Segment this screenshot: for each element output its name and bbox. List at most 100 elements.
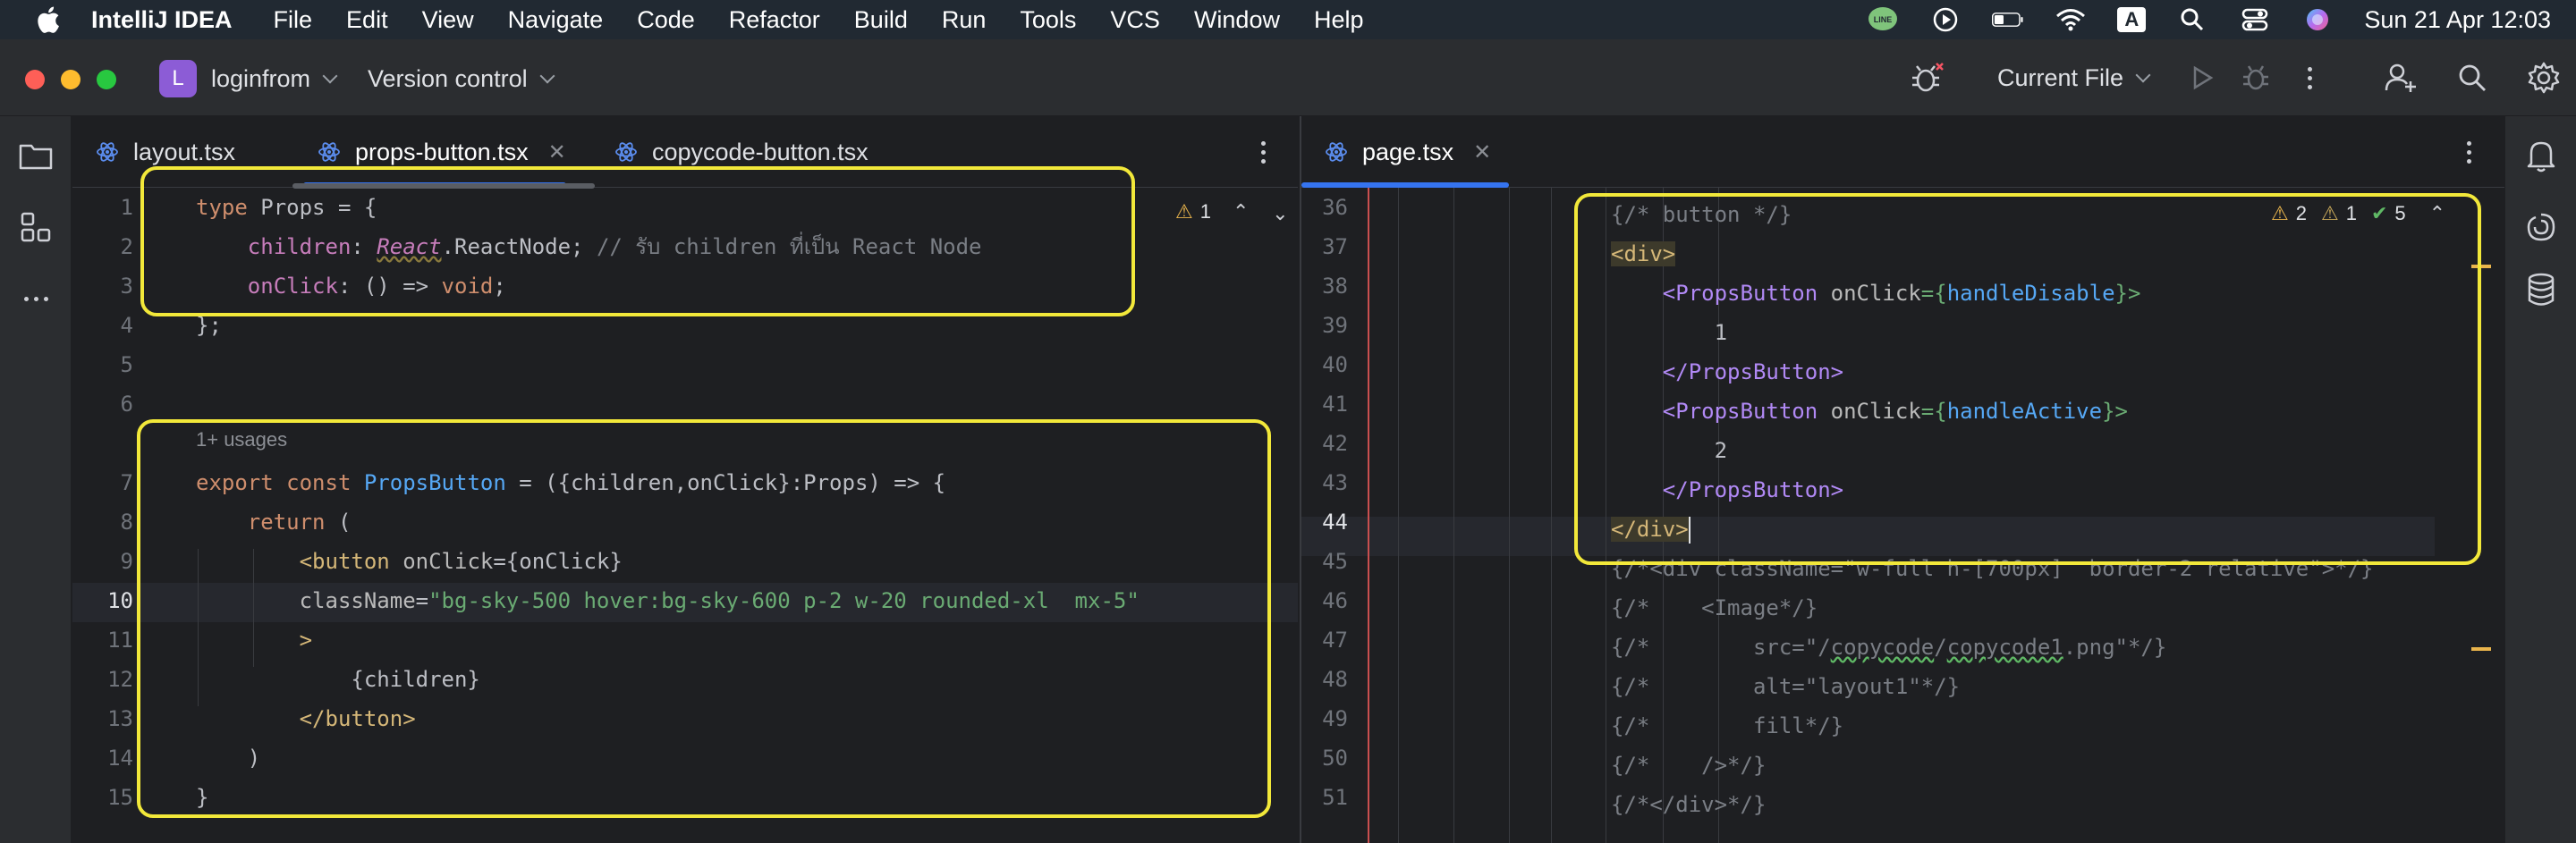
- line-number: 40: [1322, 352, 1348, 377]
- line-number: 2: [120, 234, 133, 259]
- line-number: 37: [1322, 234, 1348, 259]
- react-file-icon: [318, 142, 340, 162]
- react-file-icon: [1326, 142, 1347, 162]
- code-token: };: [196, 313, 222, 338]
- indent-guide: [1509, 188, 1510, 843]
- line-number: 1: [120, 195, 133, 220]
- app-name[interactable]: IntelliJ IDEA: [91, 6, 233, 34]
- line-number: 9: [120, 549, 133, 574]
- line-number: 14: [107, 746, 133, 771]
- input-source-icon[interactable]: A: [2117, 7, 2147, 32]
- line-number: 7: [120, 470, 133, 495]
- version-control-widget[interactable]: Version control: [368, 59, 555, 98]
- right-margin-guide: [1368, 188, 1369, 843]
- run-icon[interactable]: [2175, 51, 2229, 105]
- menu-help[interactable]: Help: [1314, 6, 1364, 34]
- debug-icon[interactable]: [2229, 51, 2283, 105]
- tab-label: page.tsx: [1362, 138, 1454, 165]
- line-number: 51: [1322, 785, 1348, 810]
- code-comment: {/* fill*/}: [1611, 713, 1844, 738]
- menubar-clock[interactable]: Sun 21 Apr 12:03: [2364, 6, 2551, 34]
- menu-refactor[interactable]: Refactor: [729, 6, 820, 34]
- spotlight-search-icon[interactable]: [2176, 6, 2208, 33]
- menu-navigate[interactable]: Navigate: [508, 6, 604, 34]
- ide-title-bar: L loginfrom Version control Current File: [0, 39, 2576, 116]
- right-tool-window-strip: [2504, 116, 2576, 843]
- chevron-down-icon: [2135, 67, 2151, 83]
- project-badge: L: [159, 60, 197, 97]
- inspection-widget[interactable]: ⚠ 1 ⌃ ⌃: [1175, 200, 1289, 223]
- project-name: loginfrom: [211, 64, 311, 92]
- indent-guide: [1551, 188, 1552, 843]
- line-number: 38: [1322, 274, 1348, 299]
- tab-actions-menu-icon[interactable]: [2455, 136, 2482, 168]
- menu-build[interactable]: Build: [854, 6, 908, 34]
- line-number: 42: [1322, 431, 1348, 456]
- line-number: 39: [1322, 313, 1348, 338]
- window-minimize-button[interactable]: [61, 70, 80, 89]
- more-actions-icon[interactable]: [2283, 51, 2336, 105]
- tab-actions-menu-icon[interactable]: [1250, 136, 1276, 168]
- indent-guide: [1398, 188, 1399, 843]
- settings-gear-icon[interactable]: [2517, 51, 2571, 105]
- code-comment: .png"*/}: [2063, 635, 2167, 660]
- window-close-button[interactable]: [25, 70, 45, 89]
- menu-edit[interactable]: Edit: [346, 6, 388, 34]
- run-configuration-selector[interactable]: Current File: [1997, 64, 2151, 92]
- code-comment: copycode1: [1946, 635, 2063, 660]
- battery-icon[interactable]: [1992, 6, 2024, 33]
- line-number: 47: [1322, 628, 1348, 653]
- highlight-box-props-button-component: [137, 419, 1271, 818]
- line-number: 49: [1322, 706, 1348, 731]
- right-editor-pane: page.tsx ✕ ⚠ 2 ⚠ 1 ✔ 5 ⌃ 36 37 38 39 40 …: [1300, 116, 2504, 843]
- ai-assistant-icon[interactable]: [2521, 207, 2561, 247]
- line-number: 43: [1322, 470, 1348, 495]
- debug-bug-icon[interactable]: [1901, 51, 1954, 105]
- code-comment: copycode: [1830, 635, 1935, 660]
- line-number: 48: [1322, 667, 1348, 692]
- code-comment: {/* alt="layout1"*/}: [1611, 674, 1961, 699]
- error-stripe-mark[interactable]: [2471, 647, 2491, 651]
- menu-run[interactable]: Run: [942, 6, 987, 34]
- code-comment: {/* />*/}: [1611, 753, 1767, 778]
- line-icon[interactable]: LINE: [1867, 6, 1899, 33]
- control-center-icon[interactable]: [2239, 6, 2271, 33]
- menu-window[interactable]: Window: [1194, 6, 1280, 34]
- highlight-box-page-usage: [1574, 193, 2481, 565]
- menu-file[interactable]: File: [274, 6, 313, 34]
- warning-count: 1: [1199, 200, 1211, 223]
- project-switcher[interactable]: L loginfrom: [159, 59, 338, 98]
- window-zoom-button[interactable]: [97, 70, 116, 89]
- line-number: 41: [1322, 392, 1348, 417]
- more-tool-windows-icon[interactable]: [16, 279, 55, 318]
- chevron-down-icon: [322, 68, 338, 84]
- line-number: 8: [120, 510, 133, 535]
- apple-logo-icon[interactable]: [34, 4, 75, 35]
- menu-view[interactable]: View: [422, 6, 474, 34]
- play-circle-icon[interactable]: [1929, 6, 1962, 33]
- project-folder-icon[interactable]: [16, 136, 55, 175]
- notifications-bell-icon[interactable]: [2521, 136, 2561, 175]
- tab-page-tsx[interactable]: page.tsx ✕: [1309, 116, 1492, 188]
- menu-vcs[interactable]: VCS: [1110, 6, 1160, 34]
- close-tab-icon[interactable]: ✕: [548, 139, 566, 165]
- add-user-icon[interactable]: [2374, 51, 2428, 105]
- react-file-icon: [615, 142, 637, 162]
- tab-label: props-button.tsx: [355, 138, 529, 165]
- code-comment: /: [1934, 635, 1947, 660]
- structure-icon[interactable]: [16, 207, 55, 247]
- chevron-down-icon[interactable]: ⌃: [1272, 200, 1288, 223]
- close-tab-icon[interactable]: ✕: [1473, 139, 1491, 165]
- line-number-current: 10: [107, 588, 133, 613]
- version-control-label: Version control: [368, 64, 528, 92]
- menu-tools[interactable]: Tools: [1020, 6, 1076, 34]
- search-everywhere-icon[interactable]: [2445, 51, 2499, 105]
- database-icon[interactable]: [2521, 270, 2561, 309]
- wifi-icon[interactable]: [2055, 6, 2087, 33]
- tab-label: layout.tsx: [133, 138, 236, 165]
- menu-code[interactable]: Code: [637, 6, 695, 34]
- siri-icon[interactable]: [2301, 6, 2334, 33]
- toolbar-right: Current File: [1901, 39, 2576, 116]
- code-comment: {/*</div>*/}: [1611, 792, 1767, 817]
- chevron-up-icon[interactable]: ⌃: [1233, 200, 1249, 223]
